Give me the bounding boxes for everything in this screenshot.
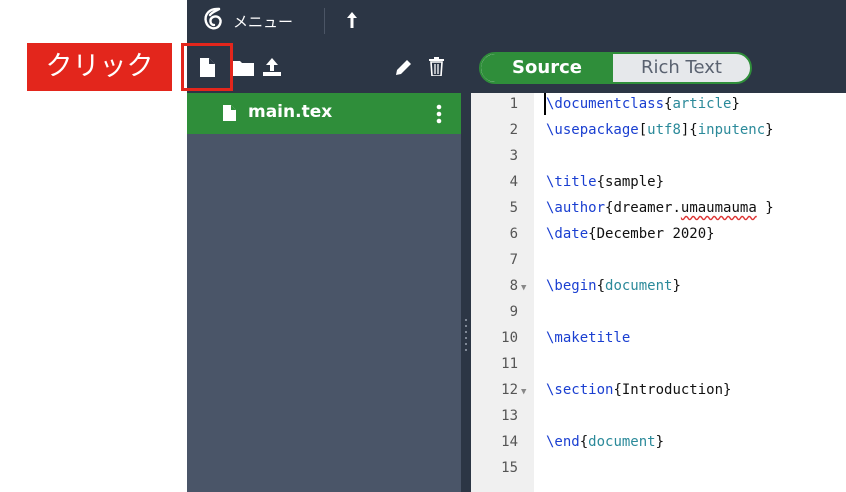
line-number: 11: [501, 356, 518, 372]
line-number: 13: [501, 408, 518, 424]
rich-text-mode-button[interactable]: Rich Text: [613, 54, 750, 82]
drag-handle-icon[interactable]: [465, 318, 467, 352]
latex-argument: sample: [605, 174, 656, 190]
line-text: \documentclass{article}: [546, 96, 740, 112]
file-item-main-tex[interactable]: main.tex: [187, 93, 461, 134]
latex-argument: inputenc: [697, 122, 766, 138]
fold-arrow-icon[interactable]: ▼: [521, 277, 526, 299]
click-annotation-label: クリック: [27, 43, 172, 91]
line-number: 2: [509, 122, 518, 138]
line-number: 14: [501, 434, 518, 450]
line-text: \begin{document}: [546, 278, 681, 294]
latex-option: utf8: [647, 122, 681, 138]
line-number: 4: [509, 174, 518, 190]
line-number: 10: [501, 330, 518, 346]
line-number: 7: [509, 252, 518, 268]
code-line[interactable]: 1 \documentclass{article}: [471, 93, 846, 119]
line-number: 9: [509, 304, 518, 320]
rename-pencil-icon[interactable]: [395, 59, 412, 76]
menu-label: メニュー: [233, 13, 294, 31]
code-line[interactable]: 2 \usepackage[utf8]{inputenc}: [471, 119, 846, 145]
latex-command: \begin: [546, 278, 597, 294]
panel-splitter[interactable]: [461, 41, 471, 492]
overleaf-logo-icon: [204, 7, 222, 30]
spellcheck-word: umaumauma: [680, 200, 757, 216]
line-text: \section{Introduction}: [546, 382, 732, 398]
file-tree: main.tex: [187, 93, 461, 492]
code-line[interactable]: 11: [471, 353, 846, 379]
latex-argument: Introduction: [621, 382, 724, 398]
code-line[interactable]: 14 \end{document}: [471, 431, 846, 457]
latex-argument: dreamer.: [613, 200, 681, 216]
new-folder-icon[interactable]: [232, 60, 254, 76]
kebab-menu-icon[interactable]: [436, 104, 442, 124]
code-line[interactable]: 9: [471, 301, 846, 327]
upload-icon[interactable]: [262, 57, 282, 77]
latex-command: \documentclass: [546, 96, 665, 112]
latex-argument: article: [672, 96, 732, 112]
code-line[interactable]: 3: [471, 145, 846, 171]
code-line[interactable]: 6 \date{December 2020}: [471, 223, 846, 249]
code-line[interactable]: 15: [471, 457, 846, 483]
file-name: main.tex: [248, 102, 333, 122]
line-text: \maketitle: [546, 327, 630, 349]
divider: [324, 8, 325, 34]
line-number: 6: [509, 226, 518, 242]
line-number: 3: [509, 148, 518, 164]
arrow-up-icon[interactable]: [345, 10, 359, 30]
delete-trash-icon[interactable]: [429, 57, 444, 76]
click-annotation-box: [181, 43, 233, 91]
latex-command: \maketitle: [546, 330, 631, 346]
latex-command: \author: [546, 200, 606, 216]
code-line[interactable]: 5 \author{dreamer.umaumauma }: [471, 197, 846, 223]
code-line[interactable]: 4 \title{sample}: [471, 171, 846, 197]
latex-argument: [757, 200, 765, 216]
code-line[interactable]: 10 \maketitle: [471, 327, 846, 353]
source-mode-button[interactable]: Source: [481, 54, 613, 82]
line-number: 8: [509, 278, 518, 294]
line-number: 5: [509, 200, 518, 216]
code-line[interactable]: 7: [471, 249, 846, 275]
code-line[interactable]: 8 ▼ \begin{document}: [471, 275, 846, 301]
code-line[interactable]: 13: [471, 405, 846, 431]
latex-command: \title: [546, 174, 597, 190]
code-line[interactable]: 12 ▼ \section{Introduction}: [471, 379, 846, 405]
line-text: \title{sample}: [546, 174, 665, 190]
line-number: 12: [501, 382, 518, 398]
latex-argument: document: [588, 434, 656, 450]
latex-argument: December 2020: [596, 226, 707, 242]
latex-command: \date: [546, 226, 589, 242]
top-bar: メニュー: [187, 0, 846, 41]
line-text: \end{document}: [546, 434, 665, 450]
file-icon: [223, 105, 236, 121]
line-text: \date{December 2020}: [546, 226, 715, 242]
latex-command: \usepackage: [546, 122, 639, 138]
latex-argument: document: [605, 278, 673, 294]
line-text: \author{dreamer.umaumauma }: [546, 200, 774, 216]
line-text: \usepackage[utf8]{inputenc}: [546, 122, 774, 138]
latex-command: \end: [546, 434, 580, 450]
fold-arrow-icon[interactable]: ▼: [521, 381, 526, 403]
line-number: 15: [501, 460, 518, 476]
menu-button[interactable]: メニュー: [187, 0, 324, 41]
latex-command: \section: [546, 382, 614, 398]
line-number: 1: [509, 96, 518, 112]
editor-mode-toggle: Source Rich Text: [479, 52, 752, 84]
